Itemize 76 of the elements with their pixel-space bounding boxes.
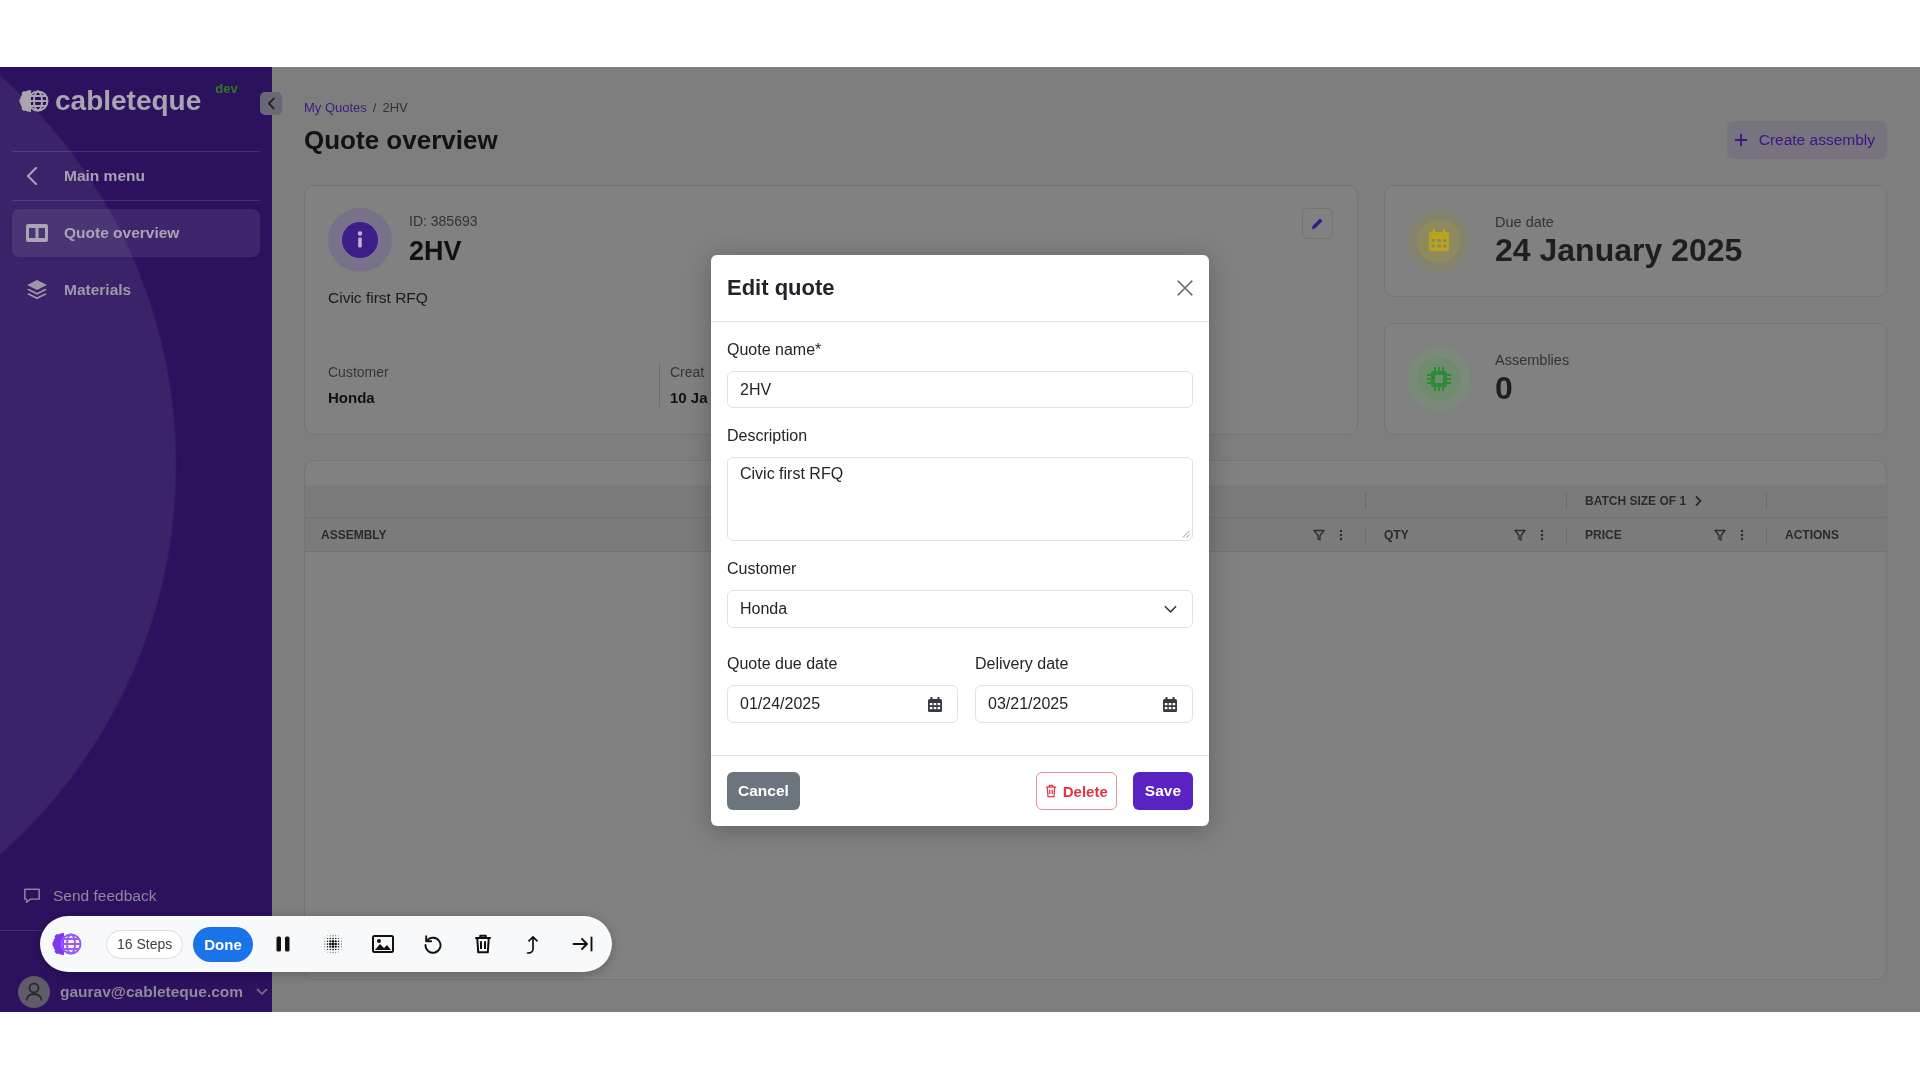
chevron-left-icon	[26, 166, 38, 186]
more-vertical-icon[interactable]	[1740, 528, 1744, 541]
field-value: Honda	[328, 389, 375, 407]
column-header: ASSEMBLY	[321, 527, 387, 542]
step-counter: 16 Steps	[106, 929, 184, 959]
date-field[interactable]: 03/21/2025	[975, 685, 1193, 723]
dialog-title: Edit quote	[727, 275, 835, 301]
trash-icon	[1044, 784, 1057, 798]
field-label: Quote name*	[727, 340, 822, 360]
sidebar-item[interactable]: Quote overview	[12, 209, 260, 257]
close-icon[interactable]	[1176, 279, 1194, 297]
date-field[interactable]: 01/24/2025	[727, 685, 958, 723]
text-field[interactable]: 2HV	[727, 371, 1193, 408]
stat-label: Due date	[1495, 213, 1554, 231]
calendar-icon[interactable]	[1163, 696, 1177, 712]
breadcrumb-separator: /	[372, 100, 377, 116]
filter-icon[interactable]	[1714, 528, 1726, 541]
more-vertical-icon[interactable]	[1339, 528, 1343, 541]
environment-label: dev	[215, 81, 238, 96]
main-menu-link[interactable]: Main menu	[0, 152, 272, 200]
image-icon[interactable]	[371, 935, 394, 953]
stat-label: Assemblies	[1495, 351, 1570, 369]
calendar-icon	[1407, 209, 1471, 273]
column-header: ACTIONS	[1785, 527, 1839, 542]
pencil-icon	[1310, 216, 1325, 231]
layout-icon	[26, 224, 48, 242]
column-header: QTY	[1384, 527, 1409, 542]
quote-id: ID: 385693	[409, 212, 478, 230]
stat-value: 24 January 2025	[1495, 230, 1743, 269]
field-label: Customer	[328, 363, 389, 381]
undo-icon[interactable]	[422, 934, 443, 954]
field-value: 10 Ja	[670, 389, 708, 407]
layers-icon	[26, 279, 48, 301]
field-label: Description	[727, 426, 808, 446]
more-vertical-icon[interactable]	[1540, 528, 1544, 541]
column-group-header: BATCH SIZE OF 1	[1585, 494, 1687, 508]
select-field[interactable]: Honda	[727, 590, 1193, 628]
info-icon	[328, 208, 392, 272]
stat-value: 0	[1495, 368, 1513, 407]
filter-icon[interactable]	[1514, 528, 1526, 541]
feedback-link[interactable]: Send feedback	[0, 876, 165, 916]
brand-name: cableteque	[55, 85, 202, 117]
chevron-left-icon	[266, 97, 276, 110]
page-title: Quote overview	[304, 124, 498, 156]
column-header: PRICE	[1585, 527, 1622, 542]
field-label: Customer	[727, 559, 797, 579]
calendar-icon[interactable]	[928, 696, 942, 712]
filter-icon[interactable]	[1313, 528, 1325, 541]
avatar-icon	[18, 976, 50, 1008]
edit-button[interactable]	[1302, 208, 1333, 239]
chevron-down-icon[interactable]	[256, 988, 268, 996]
chevron-down-icon	[1164, 605, 1177, 613]
done-button[interactable]: Done	[193, 926, 253, 962]
resize-grip-icon[interactable]	[1181, 529, 1190, 538]
arrow-to-end-icon[interactable]	[571, 935, 594, 953]
create-assembly-button[interactable]: Create assembly	[1726, 121, 1887, 159]
breadcrumb-link[interactable]: My Quotes	[304, 100, 367, 116]
chevron-right-icon[interactable]	[1694, 495, 1703, 507]
user-email: gaurav@cableteque.com	[60, 983, 244, 1001]
sidebar-item[interactable]: Materials	[12, 266, 260, 314]
text-area[interactable]: Civic first RFQ	[727, 457, 1193, 541]
breadcrumb-current: 2HV	[382, 100, 408, 116]
chip-icon	[1407, 347, 1471, 411]
collapse-button[interactable]	[260, 92, 282, 115]
halftone-icon[interactable]	[321, 933, 344, 955]
field-label: Creat	[670, 363, 705, 381]
plus-icon	[1734, 134, 1747, 146]
field-label: Delivery date	[975, 654, 1069, 674]
cancel-button[interactable]: Cancel	[727, 772, 800, 810]
quote-description: Civic first RFQ	[328, 289, 428, 307]
save-button[interactable]: Save	[1132, 772, 1193, 810]
field-label: Quote due date	[727, 654, 838, 674]
quote-name: 2HV	[409, 235, 462, 268]
chat-bubble-icon	[23, 887, 41, 905]
delete-button[interactable]: Delete	[1035, 772, 1117, 810]
trash-icon[interactable]	[473, 934, 492, 954]
